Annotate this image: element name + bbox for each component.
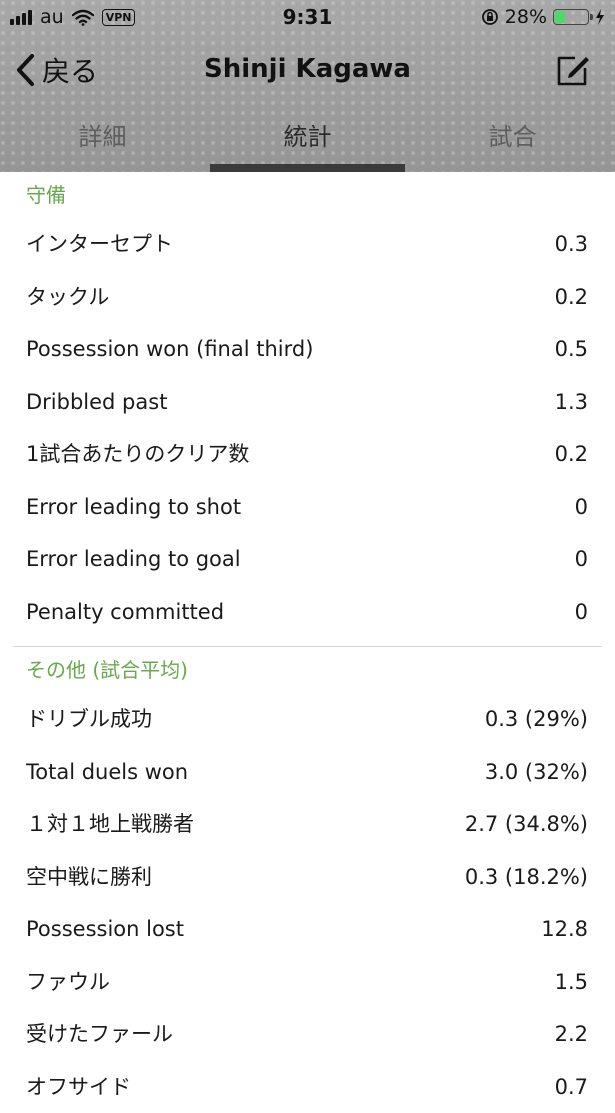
stat-value: 0	[575, 481, 588, 534]
charging-icon	[595, 9, 605, 25]
stat-value: 0.3 (29%)	[485, 693, 588, 746]
tab-matches[interactable]: 試合	[410, 102, 615, 172]
stat-label: タックル	[26, 271, 109, 324]
stat-row-dribbles: ドリブル成功 0.3 (29%)	[0, 693, 615, 746]
stat-row-ground-duels: １対１地上戦勝者 2.7 (34.8%)	[0, 798, 615, 851]
stat-label: 1試合あたりのクリア数	[26, 428, 249, 481]
stat-label: Error leading to goal	[26, 533, 241, 586]
stat-label: 受けたファール	[26, 1008, 173, 1061]
stat-value: 2.2	[555, 1008, 588, 1061]
compose-icon[interactable]	[555, 52, 591, 88]
header: au VPN 9:31 28%	[0, 0, 615, 172]
stat-value: 0.7	[555, 1061, 588, 1113]
stat-row-clearances: 1試合あたりのクリア数 0.2	[0, 428, 615, 481]
stat-value: 0.2	[555, 271, 588, 324]
stat-row-error-goal: Error leading to goal 0	[0, 533, 615, 586]
stat-row-dribbled-past: Dribbled past 1.3	[0, 376, 615, 429]
stat-row-possession-won: Possession won (final third) 0.5	[0, 323, 615, 376]
stat-label: インターセプト	[26, 218, 173, 271]
stat-label: Possession won (final third)	[26, 323, 313, 376]
stat-value: 0.3 (18.2%)	[465, 851, 588, 904]
stat-value: 12.8	[541, 903, 588, 956]
battery-icon	[553, 9, 589, 25]
tab-details[interactable]: 詳細	[0, 102, 205, 172]
stat-label: 空中戦に勝利	[26, 851, 152, 904]
stat-row-aerial-duels: 空中戦に勝利 0.3 (18.2%)	[0, 851, 615, 904]
stat-row-duels-won: Total duels won 3.0 (32%)	[0, 746, 615, 799]
stat-label: Error leading to shot	[26, 481, 241, 534]
page-title: Shinji Kagawa	[0, 54, 615, 84]
stat-value: 2.7 (34.8%)	[465, 798, 588, 851]
stat-row-possession-lost: Possession lost 12.8	[0, 903, 615, 956]
stat-row-error-shot: Error leading to shot 0	[0, 481, 615, 534]
stats-content: 守備 インターセプト 0.3 タックル 0.2 Possession won (fi…	[0, 172, 615, 1113]
stat-value: 3.0 (32%)	[485, 746, 588, 799]
stat-label: Possession lost	[26, 903, 184, 956]
stat-label: ドリブル成功	[26, 693, 152, 746]
stat-value: 0	[575, 533, 588, 586]
stat-label: オフサイド	[26, 1061, 131, 1113]
stat-row-offsides: オフサイド 0.7	[0, 1061, 615, 1113]
stat-row-fouls-suffered: 受けたファール 2.2	[0, 1008, 615, 1061]
stat-value: 0	[575, 586, 588, 639]
stat-label: Dribbled past	[26, 376, 167, 429]
stat-value: 0.2	[555, 428, 588, 481]
stat-label: ファウル	[26, 956, 110, 1009]
section-header-defense: 守備	[0, 172, 615, 218]
tab-indicator	[210, 164, 405, 172]
stat-row-tackles: タックル 0.2	[0, 271, 615, 324]
stat-label: Total duels won	[26, 746, 188, 799]
stat-row-penalty-committed: Penalty committed 0	[0, 586, 615, 639]
status-right: 28%	[481, 6, 605, 28]
stat-row-fouls: ファウル 1.5	[0, 956, 615, 1009]
orientation-lock-icon	[481, 8, 499, 26]
stat-label: Penalty committed	[26, 586, 224, 639]
stat-value: 1.5	[555, 956, 588, 1009]
tab-stats[interactable]: 統計	[205, 102, 410, 172]
nav-bar: 戻る Shinji Kagawa	[0, 36, 615, 102]
status-bar: au VPN 9:31 28%	[0, 0, 615, 34]
stat-value: 0.5	[555, 323, 588, 376]
battery-percent: 28%	[505, 6, 547, 28]
stat-value: 0.3	[555, 218, 588, 271]
section-header-other: その他 (試合平均)	[0, 647, 615, 693]
stat-value: 1.3	[555, 376, 588, 429]
tab-bar: 詳細 統計 試合	[0, 102, 615, 172]
stat-label: １対１地上戦勝者	[26, 798, 194, 851]
stat-row-interceptions: インターセプト 0.3	[0, 218, 615, 271]
